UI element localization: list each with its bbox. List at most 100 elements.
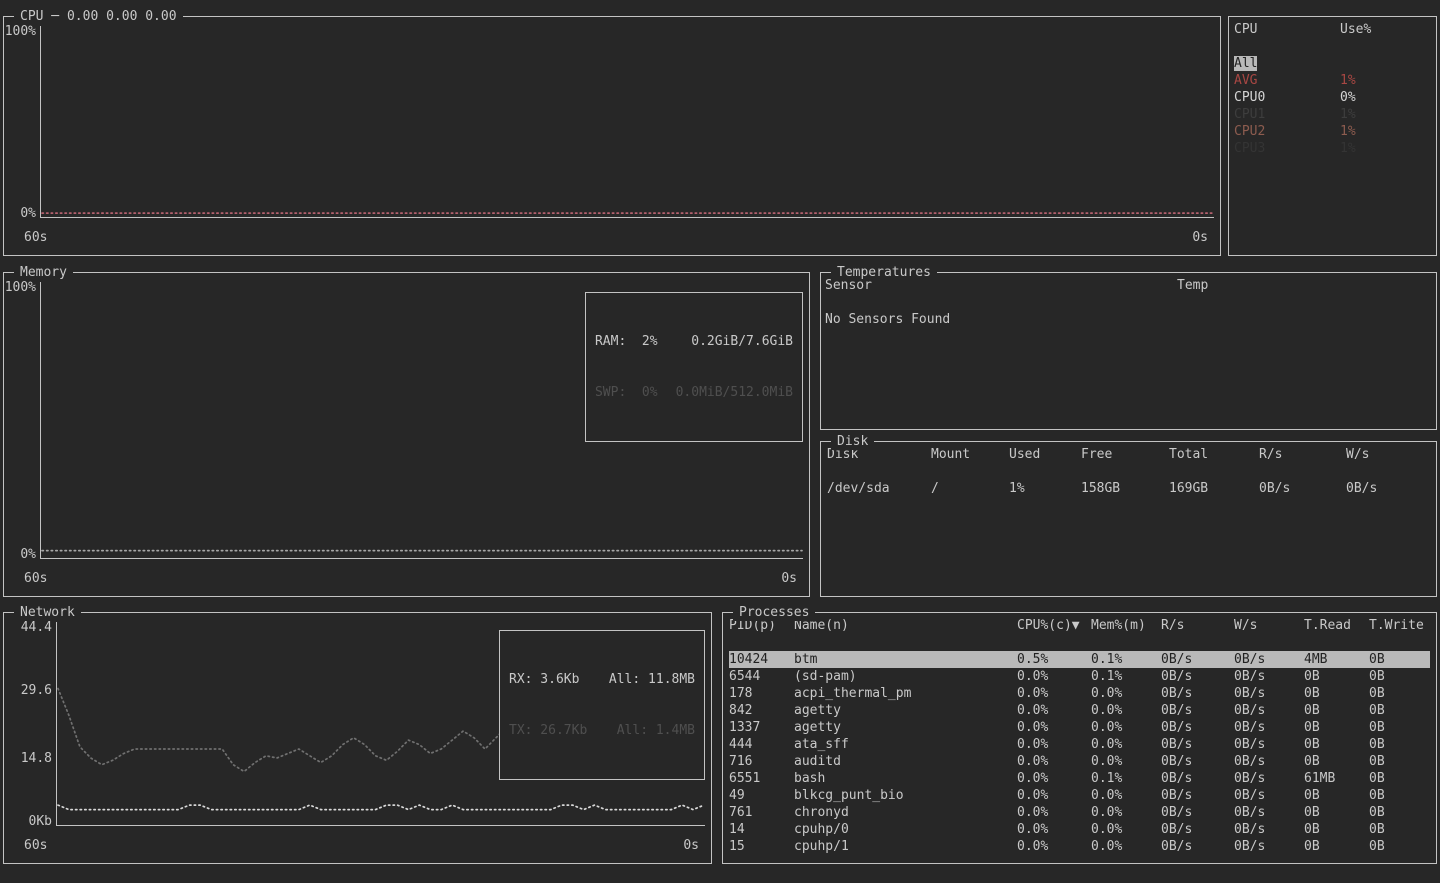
cpu-panel[interactable]: CPU ─ 0.00 0.00 0.00 100% 0% 60s 0s: [3, 16, 1221, 256]
table-row[interactable]: 6544(sd-pam)0.0%0.1%0B/s0B/s0B0B: [729, 668, 1430, 685]
free-col-header[interactable]: Free: [1081, 446, 1169, 463]
cell: 0B/s: [1234, 838, 1304, 855]
table-row[interactable]: 49blkcg_punt_bio0.0%0.0%0B/s0B/s0B0B: [729, 787, 1430, 804]
cell: 0.5%: [1017, 651, 1091, 668]
table-row[interactable]: /dev/sda/1%158GB169GB0B/s0B/s: [827, 480, 1430, 497]
write-col-header[interactable]: W/s: [1346, 446, 1430, 463]
cell: cpuhp/0: [794, 821, 1017, 838]
cpu-name-cell: AVG: [1234, 72, 1340, 89]
cell: 0.0%: [1017, 838, 1091, 855]
cpu-col-header[interactable]: CPU: [1234, 21, 1340, 38]
cell: 0B/s: [1161, 685, 1234, 702]
network-y-label-3: 14.8: [4, 750, 52, 767]
cpu-table-header: CPU Use%: [1234, 21, 1431, 38]
cell: 10424: [729, 651, 794, 668]
cell: 0B/s: [1234, 651, 1304, 668]
temperatures-table: Sensor Temp No Sensors Found: [821, 273, 1436, 328]
cell: 0.1%: [1091, 651, 1161, 668]
processes-panel-title: Processes: [733, 604, 815, 621]
table-row[interactable]: 178acpi_thermal_pm0.0%0.0%0B/s0B/s0B0B: [729, 685, 1430, 702]
tx-legend-line: TX: 26.7Kb All: 1.4MB: [509, 722, 695, 739]
cpu-row-cpu2[interactable]: CPU21%: [1234, 123, 1431, 140]
table-row[interactable]: 761chronyd0.0%0.0%0B/s0B/s0B0B: [729, 804, 1430, 821]
cell: 0B/s: [1234, 736, 1304, 753]
name-col-header[interactable]: Name(n): [794, 617, 1017, 634]
network-x-axis: 60s 0s: [24, 837, 699, 854]
use-col-header[interactable]: Use%: [1340, 21, 1431, 38]
cell: 444: [729, 736, 794, 753]
cell: 0B/s: [1161, 719, 1234, 736]
cpu-row-avg[interactable]: AVG1%: [1234, 72, 1431, 89]
cell: 0B/s: [1161, 821, 1234, 838]
processes-table: PID(p) Name(n) CPU%(c)▼ Mem%(m) R/s W/s …: [723, 613, 1436, 855]
cpu-name-cell: CPU1: [1234, 106, 1340, 123]
right-stack: Temperatures Sensor Temp No Sensors Foun…: [820, 272, 1437, 597]
cpu-col-header-sorted[interactable]: CPU%(c)▼: [1017, 617, 1091, 634]
cpu-usage-graph: [40, 26, 1214, 218]
processes-panel[interactable]: Processes PID(p) Name(n) CPU%(c)▼ Mem%(m…: [722, 612, 1437, 864]
table-row[interactable]: 14cpuhp/00.0%0.0%0B/s0B/s0B0B: [729, 821, 1430, 838]
twrite-col-header[interactable]: T.Write: [1369, 617, 1430, 634]
cell: 0.0%: [1017, 787, 1091, 804]
cpu-use-cell: [1340, 55, 1431, 72]
rs-col-header[interactable]: R/s: [1161, 617, 1234, 634]
cpu-table: CPU Use% AllAVG1%CPU00%CPU11%CPU21%CPU31…: [1229, 17, 1436, 157]
cell: 0B: [1369, 770, 1430, 787]
memory-panel[interactable]: Memory 100% 0% RAM: 2% 0.2GiB/7.6GiB SWP…: [3, 272, 810, 597]
total-col-header[interactable]: Total: [1169, 446, 1259, 463]
disk-panel[interactable]: Disk Disk Mount Used Free Total R/s W/s …: [820, 441, 1437, 597]
ws-col-header[interactable]: W/s: [1234, 617, 1304, 634]
table-row[interactable]: 842agetty0.0%0.0%0B/s0B/s0B0B: [729, 702, 1430, 719]
read-col-header[interactable]: R/s: [1259, 446, 1346, 463]
cell: 0.0%: [1091, 685, 1161, 702]
table-row[interactable]: 444ata_sff0.0%0.0%0B/s0B/s0B0B: [729, 736, 1430, 753]
memory-y-max-label: 100%: [4, 279, 36, 296]
cell: 0B/s: [1161, 787, 1234, 804]
cpu-use-cell: 0%: [1340, 89, 1431, 106]
disk-panel-title: Disk: [831, 433, 874, 450]
table-row[interactable]: 716auditd0.0%0.0%0B/s0B/s0B0B: [729, 753, 1430, 770]
cell: 178: [729, 685, 794, 702]
table-row[interactable]: 15cpuhp/10.0%0.0%0B/s0B/s0B0B: [729, 838, 1430, 855]
cell: 0B: [1304, 702, 1369, 719]
temp-col-header[interactable]: Temp: [1177, 277, 1432, 294]
cell: 0B: [1304, 787, 1369, 804]
cpu-name-cell: CPU2: [1234, 123, 1340, 140]
temperatures-panel[interactable]: Temperatures Sensor Temp No Sensors Foun…: [820, 272, 1437, 430]
cell: 0B: [1304, 804, 1369, 821]
tread-col-header[interactable]: T.Read: [1304, 617, 1369, 634]
cpu-row-cpu0[interactable]: CPU00%: [1234, 89, 1431, 106]
rx-label: RX: 3.6Kb: [509, 671, 579, 688]
used-col-header[interactable]: Used: [1009, 446, 1081, 463]
cell: 0B/s: [1161, 804, 1234, 821]
cell: 0B: [1369, 685, 1430, 702]
cell: 0.0%: [1017, 736, 1091, 753]
btm-app: CPU ─ 0.00 0.00 0.00 100% 0% 60s 0s CPU …: [0, 0, 1440, 883]
cell: 0.0%: [1091, 821, 1161, 838]
cpu-panel-title: CPU ─ 0.00 0.00 0.00: [14, 8, 183, 25]
cell: 0B: [1369, 821, 1430, 838]
cpu-x-right-label: 0s: [1192, 229, 1208, 246]
memory-x-right-label: 0s: [781, 570, 797, 587]
cell: bash: [794, 770, 1017, 787]
network-panel[interactable]: Network 44.4 29.6 14.8 0Kb RX: 3.6Kb All…: [3, 612, 712, 864]
mount-col-header[interactable]: Mount: [931, 446, 1009, 463]
cpu-row-cpu1[interactable]: CPU11%: [1234, 106, 1431, 123]
mem-col-header[interactable]: Mem%(m): [1091, 617, 1161, 634]
cell: 0B/s: [1161, 838, 1234, 855]
network-panel-title: Network: [14, 604, 81, 621]
cell: (sd-pam): [794, 668, 1017, 685]
table-row[interactable]: 6551bash0.0%0.1%0B/s0B/s61MB0B: [729, 770, 1430, 787]
cpu-row-all[interactable]: All: [1234, 55, 1431, 72]
bottom-row: Network 44.4 29.6 14.8 0Kb RX: 3.6Kb All…: [3, 612, 1437, 864]
cpu-row-cpu3[interactable]: CPU31%: [1234, 140, 1431, 157]
disk-table: Disk Mount Used Free Total R/s W/s /dev/…: [821, 442, 1436, 497]
table-row[interactable]: 1337agetty0.0%0.0%0B/s0B/s0B0B: [729, 719, 1430, 736]
network-y-label-2: 29.6: [4, 682, 52, 699]
table-row-selected[interactable]: 10424btm0.5%0.1%0B/s0B/s4MB0B: [729, 651, 1430, 668]
memory-x-left-label: 60s: [24, 570, 47, 587]
processes-table-header: PID(p) Name(n) CPU%(c)▼ Mem%(m) R/s W/s …: [729, 617, 1430, 634]
cell: 0.0%: [1017, 753, 1091, 770]
cell: /dev/sda: [827, 480, 931, 497]
cpu-table-panel[interactable]: CPU Use% AllAVG1%CPU00%CPU11%CPU21%CPU31…: [1228, 16, 1437, 256]
